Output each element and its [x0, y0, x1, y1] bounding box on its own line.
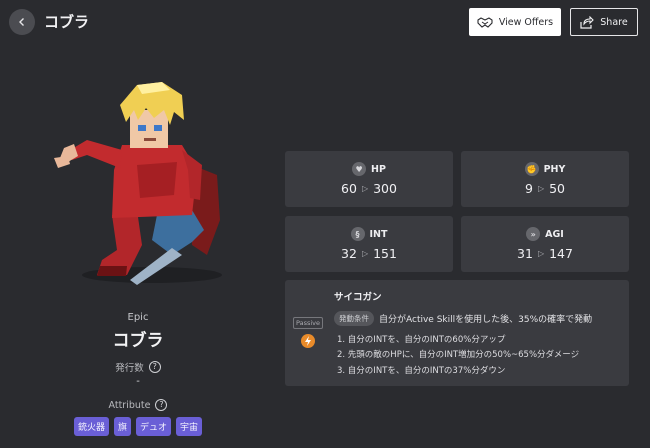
attribute-tag[interactable]: デュオ: [136, 417, 172, 436]
share-button[interactable]: Share: [570, 8, 638, 36]
share-icon: [580, 15, 595, 29]
stat-to: 300: [373, 181, 397, 196]
stat-from: 60: [341, 181, 357, 196]
stat-label: PHY: [543, 163, 566, 175]
help-icon[interactable]: ?: [148, 361, 161, 373]
chevron-left-icon: [19, 18, 24, 26]
handshake-icon: [477, 16, 493, 28]
stat-label: HP: [371, 163, 386, 175]
attribute-tag[interactable]: 旗: [113, 417, 131, 436]
issue-count-row: 発行数 ?: [40, 360, 236, 374]
stat-to: 50: [549, 181, 565, 196]
stat-card-phy: ✊ PHY 9 ▷ 50: [461, 151, 629, 207]
back-button[interactable]: [9, 9, 35, 35]
rarity-label: Epic: [127, 312, 149, 323]
stat-from: 9: [524, 181, 533, 196]
share-label: Share: [600, 16, 628, 28]
brain-icon: §: [350, 227, 365, 241]
issue-count-value: -: [136, 376, 140, 387]
attribute-tag[interactable]: 銃火器: [73, 417, 109, 436]
stat-card-agi: » AGI 31 ▷ 147: [461, 216, 629, 272]
skill-name: サイコガン: [334, 292, 382, 303]
arrow-right-icon: ▷: [361, 249, 369, 258]
character-sprite: [54, 82, 222, 285]
page-header: コブラ View Offers Share: [0, 0, 650, 44]
stat-from: 31: [517, 246, 533, 261]
arrow-right-icon: ▷: [537, 249, 545, 258]
stat-card-hp: ♥ HP 60 ▷ 300: [285, 151, 453, 207]
stat-to: 151: [373, 246, 397, 261]
stat-to: 147: [549, 246, 573, 261]
skill-effect: 3. 自分のINTを、自分のINTの37%分ダウン: [337, 366, 506, 376]
condition-badge: 発動条件: [334, 311, 374, 326]
help-icon[interactable]: ?: [155, 399, 168, 411]
dash-icon: »: [526, 227, 541, 241]
hand-icon: ✊: [524, 162, 539, 176]
attribute-row: Attribute ?: [40, 399, 236, 411]
bolt-icon: [301, 334, 315, 348]
attribute-tags: 銃火器 旗 デュオ 宇宙: [40, 417, 236, 436]
view-offers-label: View Offers: [498, 16, 554, 28]
condition-text: 自分がActive Skillを使用した後、35%の確率で発動: [379, 315, 593, 325]
attribute-tag[interactable]: 宇宙: [176, 417, 203, 436]
heart-icon: ♥: [352, 162, 367, 176]
passive-badge: Passive: [293, 317, 323, 329]
view-offers-button[interactable]: View Offers: [469, 8, 561, 36]
character-name: コブラ: [112, 331, 164, 351]
skill-panel: サイコガン Passive 発動条件 自分がActive Skillを使用した後…: [285, 280, 629, 386]
attribute-label: Attribute: [108, 399, 151, 411]
page-title: コブラ: [44, 13, 90, 31]
arrow-right-icon: ▷: [361, 184, 369, 193]
stat-label: INT: [369, 228, 388, 240]
stat-from: 32: [341, 246, 357, 261]
condition-row: 発動条件 自分がActive Skillを使用した後、35%の確率で発動: [334, 311, 592, 326]
skill-effect: 1. 自分のINTを、自分のINTの60%分アップ: [337, 335, 506, 345]
stat-label: AGI: [545, 228, 564, 240]
issue-count-label: 発行数: [115, 363, 144, 374]
stat-card-int: § INT 32 ▷ 151: [285, 216, 453, 272]
arrow-right-icon: ▷: [537, 184, 545, 193]
skill-effect: 2. 先頭の敵のHPに、自分のINT増加分の50%~65%分ダメージ: [337, 350, 580, 360]
